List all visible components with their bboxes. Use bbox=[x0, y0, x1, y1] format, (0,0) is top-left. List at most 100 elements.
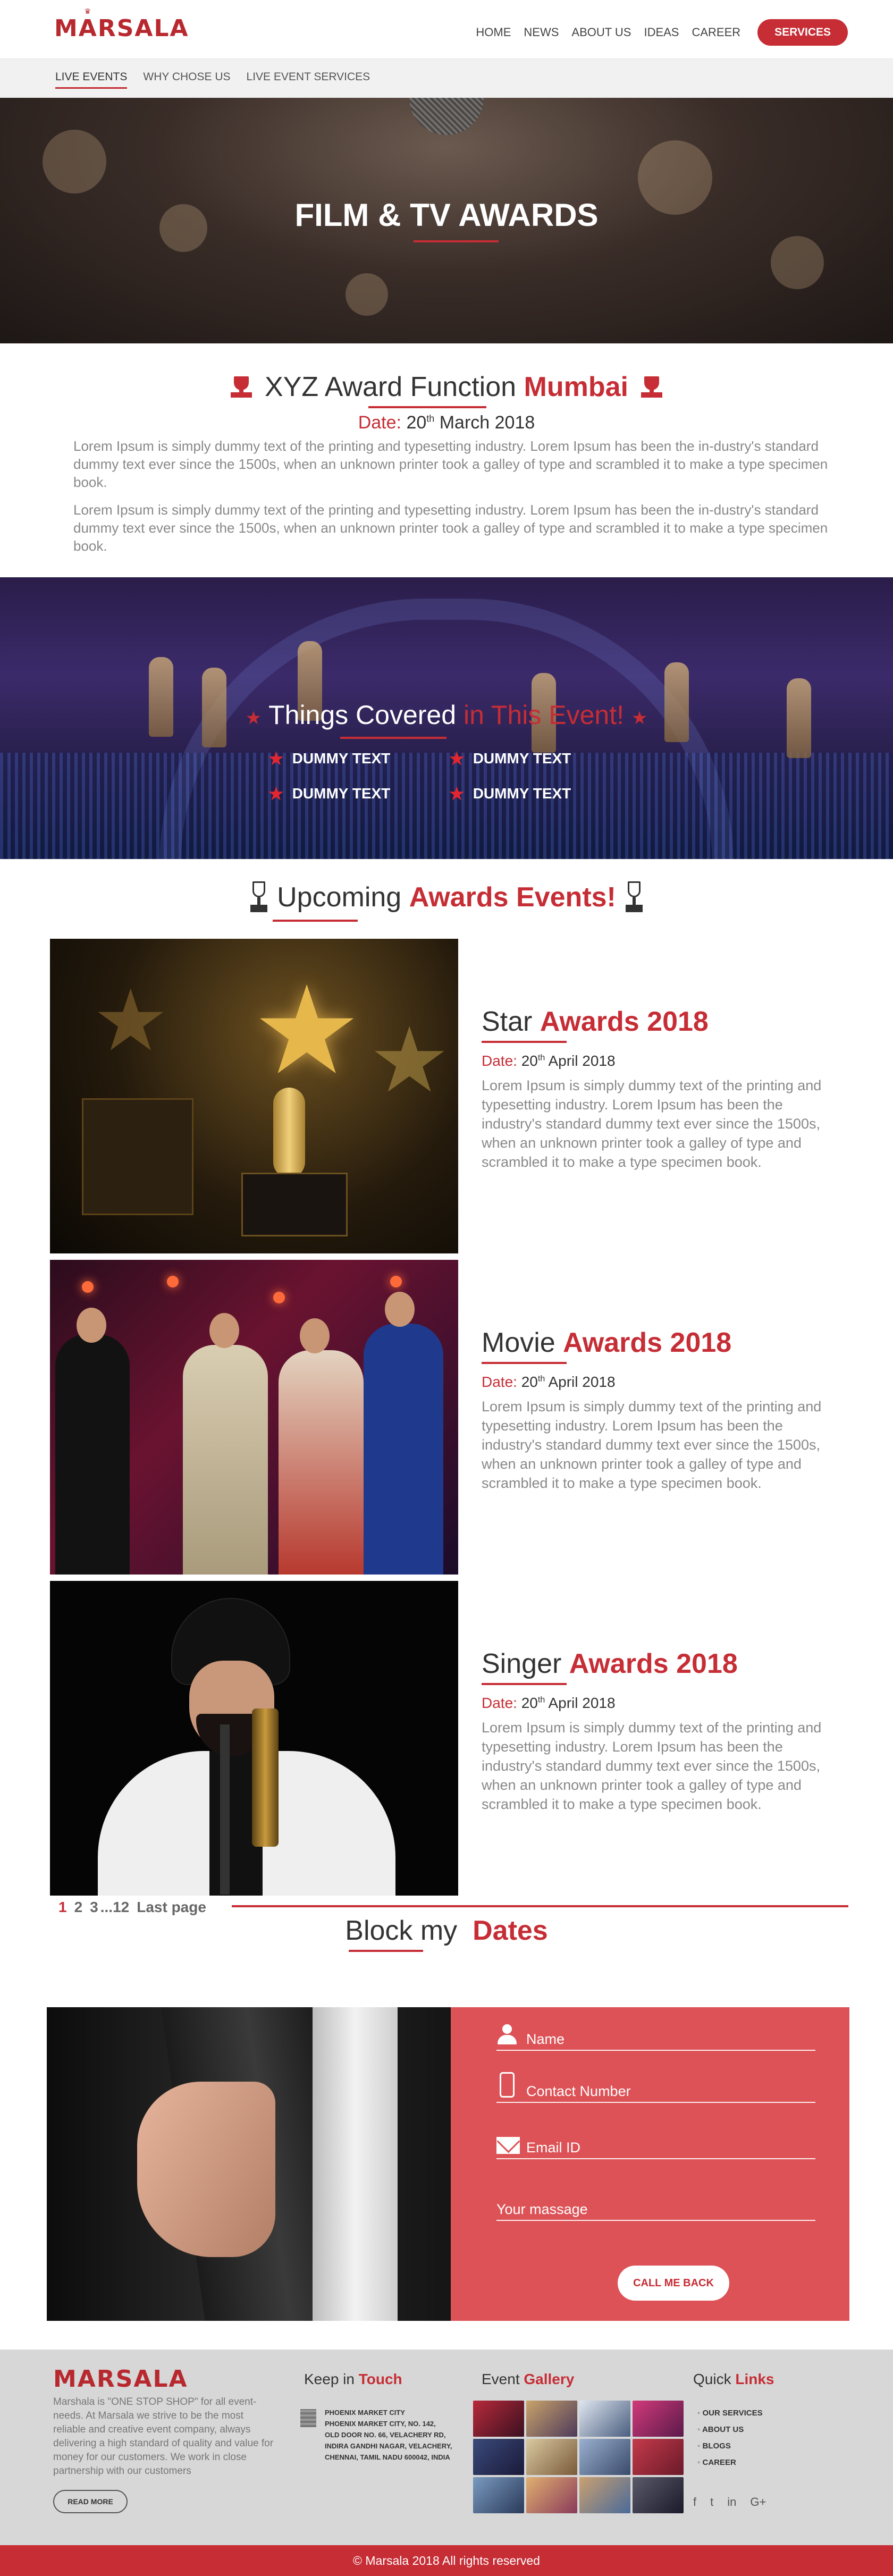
subnav-why-chose-us[interactable]: WHY CHOSE US bbox=[143, 71, 230, 88]
trophy-star-shape: ★ bbox=[252, 962, 362, 1099]
block-dates-panel: Name Contact Number Email ID Your massag… bbox=[47, 2007, 849, 2321]
gallery-thumbnail[interactable] bbox=[526, 2401, 577, 2437]
intro-title: XYZ Award Function Mumbai bbox=[265, 372, 628, 402]
person-head bbox=[300, 1318, 330, 1353]
footer-link-blogs[interactable]: BLOGS bbox=[697, 2438, 763, 2454]
gallery-thumbnail[interactable] bbox=[526, 2439, 577, 2475]
message-placeholder: Your massage bbox=[496, 2201, 588, 2217]
star-awards-image[interactable]: ★ ★ ★ bbox=[50, 939, 458, 1253]
gallery-thumbnail[interactable] bbox=[473, 2439, 524, 2475]
sub-navigation: LIVE EVENTS WHY CHOSE US LIVE EVENT SERV… bbox=[0, 58, 893, 98]
quick-links-title: Quick Links bbox=[693, 2371, 774, 2387]
trophy-plaque bbox=[241, 1173, 348, 1236]
intro-date: Date: 20th March 2018 bbox=[358, 413, 535, 433]
email-field[interactable]: Email ID bbox=[496, 2127, 815, 2159]
top-navigation: HOME NEWS ABOUT US IDEAS CAREER SERVICES bbox=[476, 19, 848, 46]
event-title[interactable]: Star Awards 2018 bbox=[482, 1006, 827, 1038]
call-me-back-button[interactable]: CALL ME BACK bbox=[618, 2266, 729, 2301]
event-description: Lorem Ipsum is simply dummy text of the … bbox=[482, 1077, 822, 1170]
footer-about-text: Marshala is "ONE STOP SHOP" for all even… bbox=[53, 2396, 274, 2477]
site-logo[interactable]: MARSALA bbox=[54, 15, 189, 42]
message-field[interactable]: Your massage bbox=[496, 2189, 815, 2221]
hero-title-underline bbox=[414, 240, 499, 242]
block-dates-title: Block my Dates bbox=[345, 1915, 548, 1946]
person-figure bbox=[279, 1350, 364, 1575]
google-plus-icon[interactable]: G+ bbox=[750, 2495, 766, 2509]
intro-paragraph-1: Lorem Ipsum is simply dummy text of the … bbox=[73, 438, 828, 490]
event-card: Movie Awards 2018 Date: 20th April 2018 … bbox=[50, 1260, 842, 1575]
star-icon: ★ bbox=[268, 749, 284, 768]
things-covered-section: ★ Things Covered in This Event! ★ ★ DUMMY… bbox=[0, 577, 893, 859]
name-field[interactable]: Name bbox=[496, 2019, 815, 2051]
gallery-thumbnail[interactable] bbox=[633, 2401, 684, 2437]
singer-awards-image[interactable] bbox=[50, 1581, 458, 1896]
subnav-live-events[interactable]: LIVE EVENTS bbox=[55, 71, 128, 89]
stage-light bbox=[167, 1276, 179, 1287]
event-card: Singer Awards 2018 Date: 20th April 2018… bbox=[50, 1581, 842, 1896]
linkedin-icon[interactable]: in bbox=[727, 2495, 736, 2509]
event-gallery bbox=[473, 2401, 684, 2513]
event-title[interactable]: Movie Awards 2018 bbox=[482, 1327, 827, 1359]
footer-link-career[interactable]: CAREER bbox=[697, 2454, 763, 2471]
upcoming-title-section: Upcoming Awards Events! bbox=[0, 859, 893, 939]
shirt-detail bbox=[313, 2007, 398, 2321]
contact-placeholder: Contact Number bbox=[526, 2083, 631, 2099]
services-button[interactable]: SERVICES bbox=[757, 19, 848, 46]
trophy-icon bbox=[639, 374, 664, 400]
events-list: ★ ★ ★ Star Awards 2018 Date: 20th April … bbox=[0, 939, 893, 1915]
person-head bbox=[77, 1308, 106, 1343]
footer-link-about-us[interactable]: ABOUT US bbox=[697, 2421, 763, 2438]
email-placeholder: Email ID bbox=[526, 2140, 581, 2156]
facebook-icon[interactable]: f bbox=[693, 2495, 696, 2509]
gallery-thumbnail[interactable] bbox=[473, 2477, 524, 2513]
building-icon bbox=[300, 2409, 316, 2427]
event-title-underline bbox=[482, 1041, 567, 1043]
bokeh-light bbox=[43, 130, 106, 193]
microphone-stand bbox=[220, 1724, 230, 1895]
trophy-outline-icon bbox=[624, 880, 645, 914]
nav-ideas[interactable]: IDEAS bbox=[644, 26, 679, 39]
movie-awards-image[interactable] bbox=[50, 1260, 458, 1575]
covered-title-underline bbox=[340, 737, 446, 739]
intro-title-underline bbox=[368, 406, 486, 408]
subnav-live-event-services[interactable]: LIVE EVENT SERVICES bbox=[247, 71, 370, 88]
mail-icon bbox=[496, 2137, 520, 2154]
copyright-bar: © Marsala 2018 All rights reserved bbox=[0, 2545, 893, 2576]
gallery-thumbnail[interactable] bbox=[526, 2477, 577, 2513]
page-root: MARSALA HOME NEWS ABOUT US IDEAS CAREER … bbox=[0, 0, 893, 2576]
stage-light bbox=[82, 1281, 94, 1293]
gallery-thumbnail[interactable] bbox=[579, 2439, 630, 2475]
stage-light bbox=[273, 1292, 285, 1303]
intro-paragraph-2: Lorem Ipsum is simply dummy text of the … bbox=[73, 502, 828, 554]
pagination-divider bbox=[232, 1905, 848, 1907]
nav-career[interactable]: CAREER bbox=[692, 26, 740, 39]
event-title[interactable]: Singer Awards 2018 bbox=[482, 1648, 827, 1680]
read-more-button[interactable]: READ MORE bbox=[53, 2490, 128, 2513]
quick-links: OUR SERVICES ABOUT US BLOGS CAREER bbox=[697, 2405, 763, 2471]
footer-logo[interactable]: MARSALA bbox=[53, 2365, 188, 2393]
event-date: Date: 20th April 2018 bbox=[482, 1053, 616, 1069]
contact-number-field[interactable]: Contact Number bbox=[496, 2071, 815, 2103]
social-links: f t in G+ bbox=[693, 2495, 766, 2509]
block-dates-title-underline bbox=[349, 1950, 423, 1952]
gallery-thumbnail[interactable] bbox=[579, 2401, 630, 2437]
twitter-icon[interactable]: t bbox=[710, 2495, 713, 2509]
gallery-thumbnail[interactable] bbox=[633, 2439, 684, 2475]
covered-item: ★ DUMMY TEXT bbox=[268, 749, 391, 768]
hero-title: FILM & TV AWARDS bbox=[294, 197, 599, 233]
address-line: PHOENIX MARKET CITY bbox=[325, 2409, 405, 2417]
gallery-thumbnail[interactable] bbox=[633, 2477, 684, 2513]
nav-home[interactable]: HOME bbox=[476, 26, 511, 39]
person-figure bbox=[364, 1324, 443, 1575]
handshake-image bbox=[47, 2007, 451, 2321]
nav-news[interactable]: NEWS bbox=[524, 26, 559, 39]
site-footer: MARSALA Marshala is "ONE STOP SHOP" for … bbox=[0, 2350, 893, 2545]
upcoming-title: Upcoming Awards Events! bbox=[277, 882, 616, 913]
covered-item: ★ DUMMY TEXT bbox=[449, 749, 571, 768]
star-icon: ★ bbox=[449, 784, 465, 803]
trophy-star-shape: ★ bbox=[369, 1010, 450, 1111]
gallery-thumbnail[interactable] bbox=[579, 2477, 630, 2513]
footer-link-our-services[interactable]: OUR SERVICES bbox=[697, 2405, 763, 2421]
nav-about-us[interactable]: ABOUT US bbox=[571, 26, 631, 39]
gallery-thumbnail[interactable] bbox=[473, 2401, 524, 2437]
